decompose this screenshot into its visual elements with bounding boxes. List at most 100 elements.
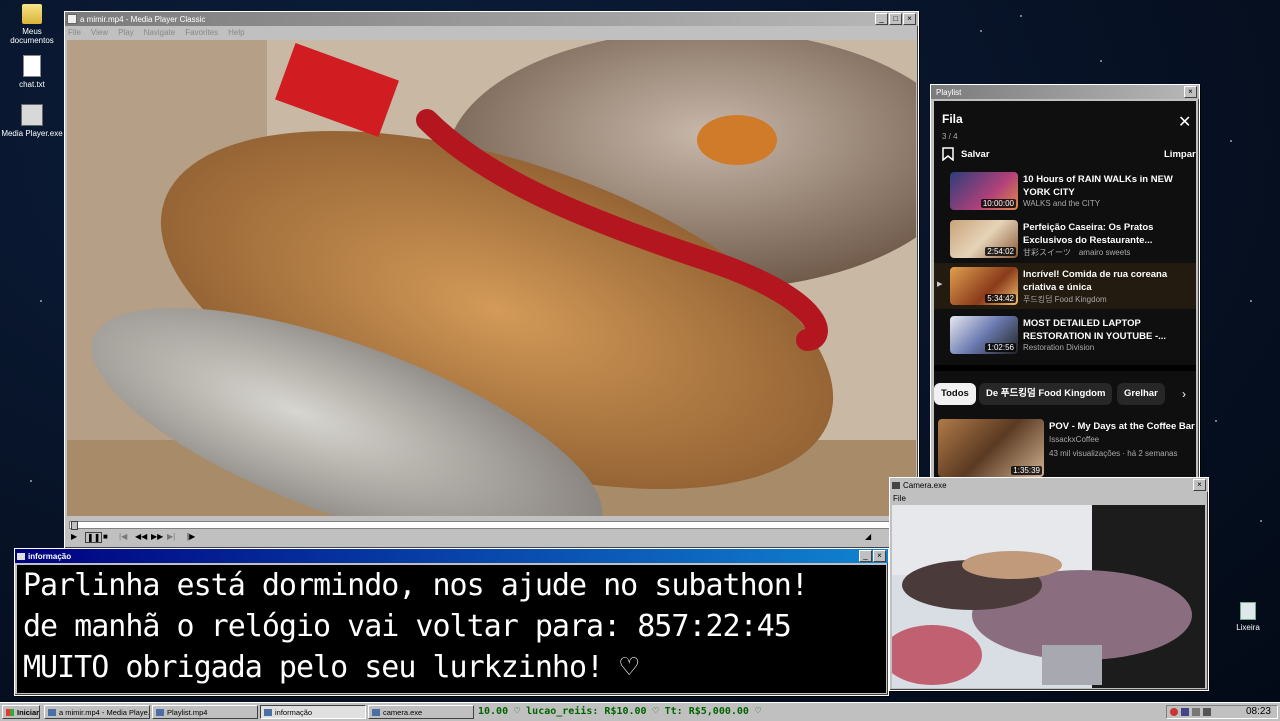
taskbar: Iniciar a mimir.mp4 - Media Playe... Pla… [0,702,1280,721]
fast-forward-button[interactable]: ▶▶ [151,532,163,541]
close-button[interactable]: × [873,550,886,562]
menu-file[interactable]: File [68,28,81,37]
tray-icon[interactable] [1181,708,1189,716]
start-button[interactable]: Iniciar [2,705,40,719]
stop-button[interactable]: ■ [103,532,108,541]
clear-button[interactable]: Limpar [1164,149,1196,160]
close-button[interactable]: × [1184,86,1197,98]
close-queue-icon[interactable]: ✕ [1178,115,1191,131]
channel-name: 甘彩スイーツ amairo sweets [1023,248,1131,257]
app-icon [17,552,25,560]
seek-thumb[interactable] [71,521,78,530]
chip-all[interactable]: Todos [934,383,976,405]
channel-name: WALKS and the CITY [1023,199,1101,208]
window-title: informação [28,551,72,561]
video-frame[interactable] [67,40,916,516]
menu-favorites[interactable]: Favorites [185,28,218,37]
menu-play[interactable]: Play [118,28,134,37]
frame-step-button[interactable]: |▶ [187,532,195,541]
desktop-icon-recycle-bin[interactable]: Lixeira [1216,602,1280,632]
task-playlist[interactable]: Playlist.mp4 [152,705,258,719]
video-thumbnail: 1:35:39 [938,419,1044,477]
clock: 08:23 [1245,706,1271,717]
folder-icon [22,4,42,24]
app-icon [372,709,380,716]
app-icon [892,481,900,489]
rewind-button[interactable]: ◀◀ [135,532,147,541]
desktop-icon-my-documents[interactable]: Meus documentos [0,4,64,45]
video-meta: 43 mil visualizações · há 2 semanas [1049,449,1178,458]
camera-titlebar[interactable]: Camera.exe × [890,478,1208,492]
video-thumbnail: 2:54:02 [950,220,1018,258]
duration-badge: 1:02:56 [985,343,1016,352]
save-button[interactable]: Salvar [942,147,990,161]
video-title: MOST DETAILED LAPTOP RESTORATION IN YOUT… [1023,318,1167,342]
media-player-titlebar[interactable]: a mimir.mp4 - Media Player Classic _ □ × [65,12,918,26]
volume-tray-icon[interactable] [1203,708,1211,716]
next-button[interactable]: ▶| [167,532,175,541]
queue-item[interactable]: 2:54:02 Perfeição Caseira: Os Pratos Exc… [940,217,1185,261]
minimize-button[interactable]: _ [875,13,888,25]
seek-bar[interactable] [69,521,914,530]
channel-name: 푸드킹덤 Food Kingdom [1023,295,1107,304]
video-thumbnail: 5:34:42 [950,267,1018,305]
maximize-button[interactable]: □ [889,13,902,25]
queue-position: 3 / 4 [942,132,958,141]
chevron-right-icon[interactable]: › [1182,387,1186,401]
close-button[interactable]: × [903,13,916,25]
task-info[interactable]: informação [260,705,366,719]
bookmark-icon [942,147,954,161]
menu-help[interactable]: Help [228,28,244,37]
camera-image [892,505,1205,688]
channel-name: Restoration Division [1023,343,1095,352]
play-button[interactable]: ▶ [71,532,77,541]
donation-ticker: 10.00 ♡ lucao_reiis: R$10.00 ♡ Tt: R$5,0… [478,706,761,717]
recommended-item[interactable]: 1:35:39 POV - My Days at the Coffee Bar … [938,417,1196,477]
video-title: Perfeição Caseira: Os Pratos Exclusivos … [1023,222,1154,246]
media-player-icon [21,104,43,126]
queue-item[interactable]: 10:00:00 10 Hours of RAIN WALKs in NEW Y… [940,169,1185,213]
menu-view[interactable]: View [91,28,108,37]
duration-badge: 10:00:00 [980,199,1016,208]
menu-bar: File View Play Navigate Favorites Help [65,26,918,38]
menu-navigate[interactable]: Navigate [144,28,176,37]
task-camera[interactable]: camera.exe [368,705,474,719]
info-text-area: Parlinha está dormindo, nos ajude no sub… [17,565,886,693]
volume-icon[interactable]: ◢ [865,532,871,541]
queue-item-current[interactable]: 5:34:42 Incrível! Comida de rua coreana … [940,264,1185,308]
desktop-icon-media-player[interactable]: Media Player.exe [0,104,64,138]
desktop-icon-label: Lixeira [1236,623,1260,632]
pause-button[interactable]: ❚❚ [85,532,103,543]
app-icon [264,709,272,716]
recycle-bin-icon [1240,602,1256,620]
desktop-icon-label: Meus documentos [10,27,54,45]
desktop-icon-label: chat.txt [19,80,45,89]
playlist-titlebar[interactable]: Playlist × [931,85,1199,99]
windows-logo-icon [6,709,14,716]
info-titlebar[interactable]: informação _ × [15,549,888,563]
task-media-player[interactable]: a mimir.mp4 - Media Playe... [44,705,150,719]
menu-file[interactable]: File [893,494,906,503]
desktop-icon-label: Media Player.exe [1,129,63,138]
video-title: 10 Hours of RAIN WALKs in NEW YORK CITY [1023,174,1173,198]
system-tray: 08:23 [1166,705,1278,719]
duration-badge: 1:35:39 [1011,466,1042,475]
chip-grill[interactable]: Grelhar [1117,383,1165,405]
close-button[interactable]: × [1193,479,1206,491]
minimize-button[interactable]: _ [859,550,872,562]
media-player-window: a mimir.mp4 - Media Player Classic _ □ ×… [64,11,919,549]
queue-item[interactable]: 1:02:56 MOST DETAILED LAPTOP RESTORATION… [940,313,1185,357]
previous-button[interactable]: |◀ [119,532,127,541]
camera-feed [892,505,1205,688]
tray-icon[interactable] [1192,708,1200,716]
desktop-icon-chat-txt[interactable]: chat.txt [0,55,64,89]
info-window: informação _ × Parlinha está dormindo, n… [14,548,889,696]
app-icon [156,709,164,716]
duration-badge: 2:54:02 [985,247,1016,256]
queue-panel: Fila 3 / 4 ✕ Salvar Limpar 10:00:00 10 H… [934,101,1196,485]
info-line-3: MUITO obrigada pelo seu lurkzinho! ♡ [23,650,638,685]
video-title: POV - My Days at the Coffee Bar [1049,421,1195,432]
tray-icon[interactable] [1170,708,1178,716]
chip-food-kingdom[interactable]: De 푸드킹덤 Food Kingdom [979,383,1113,405]
window-title: Playlist [936,87,962,97]
